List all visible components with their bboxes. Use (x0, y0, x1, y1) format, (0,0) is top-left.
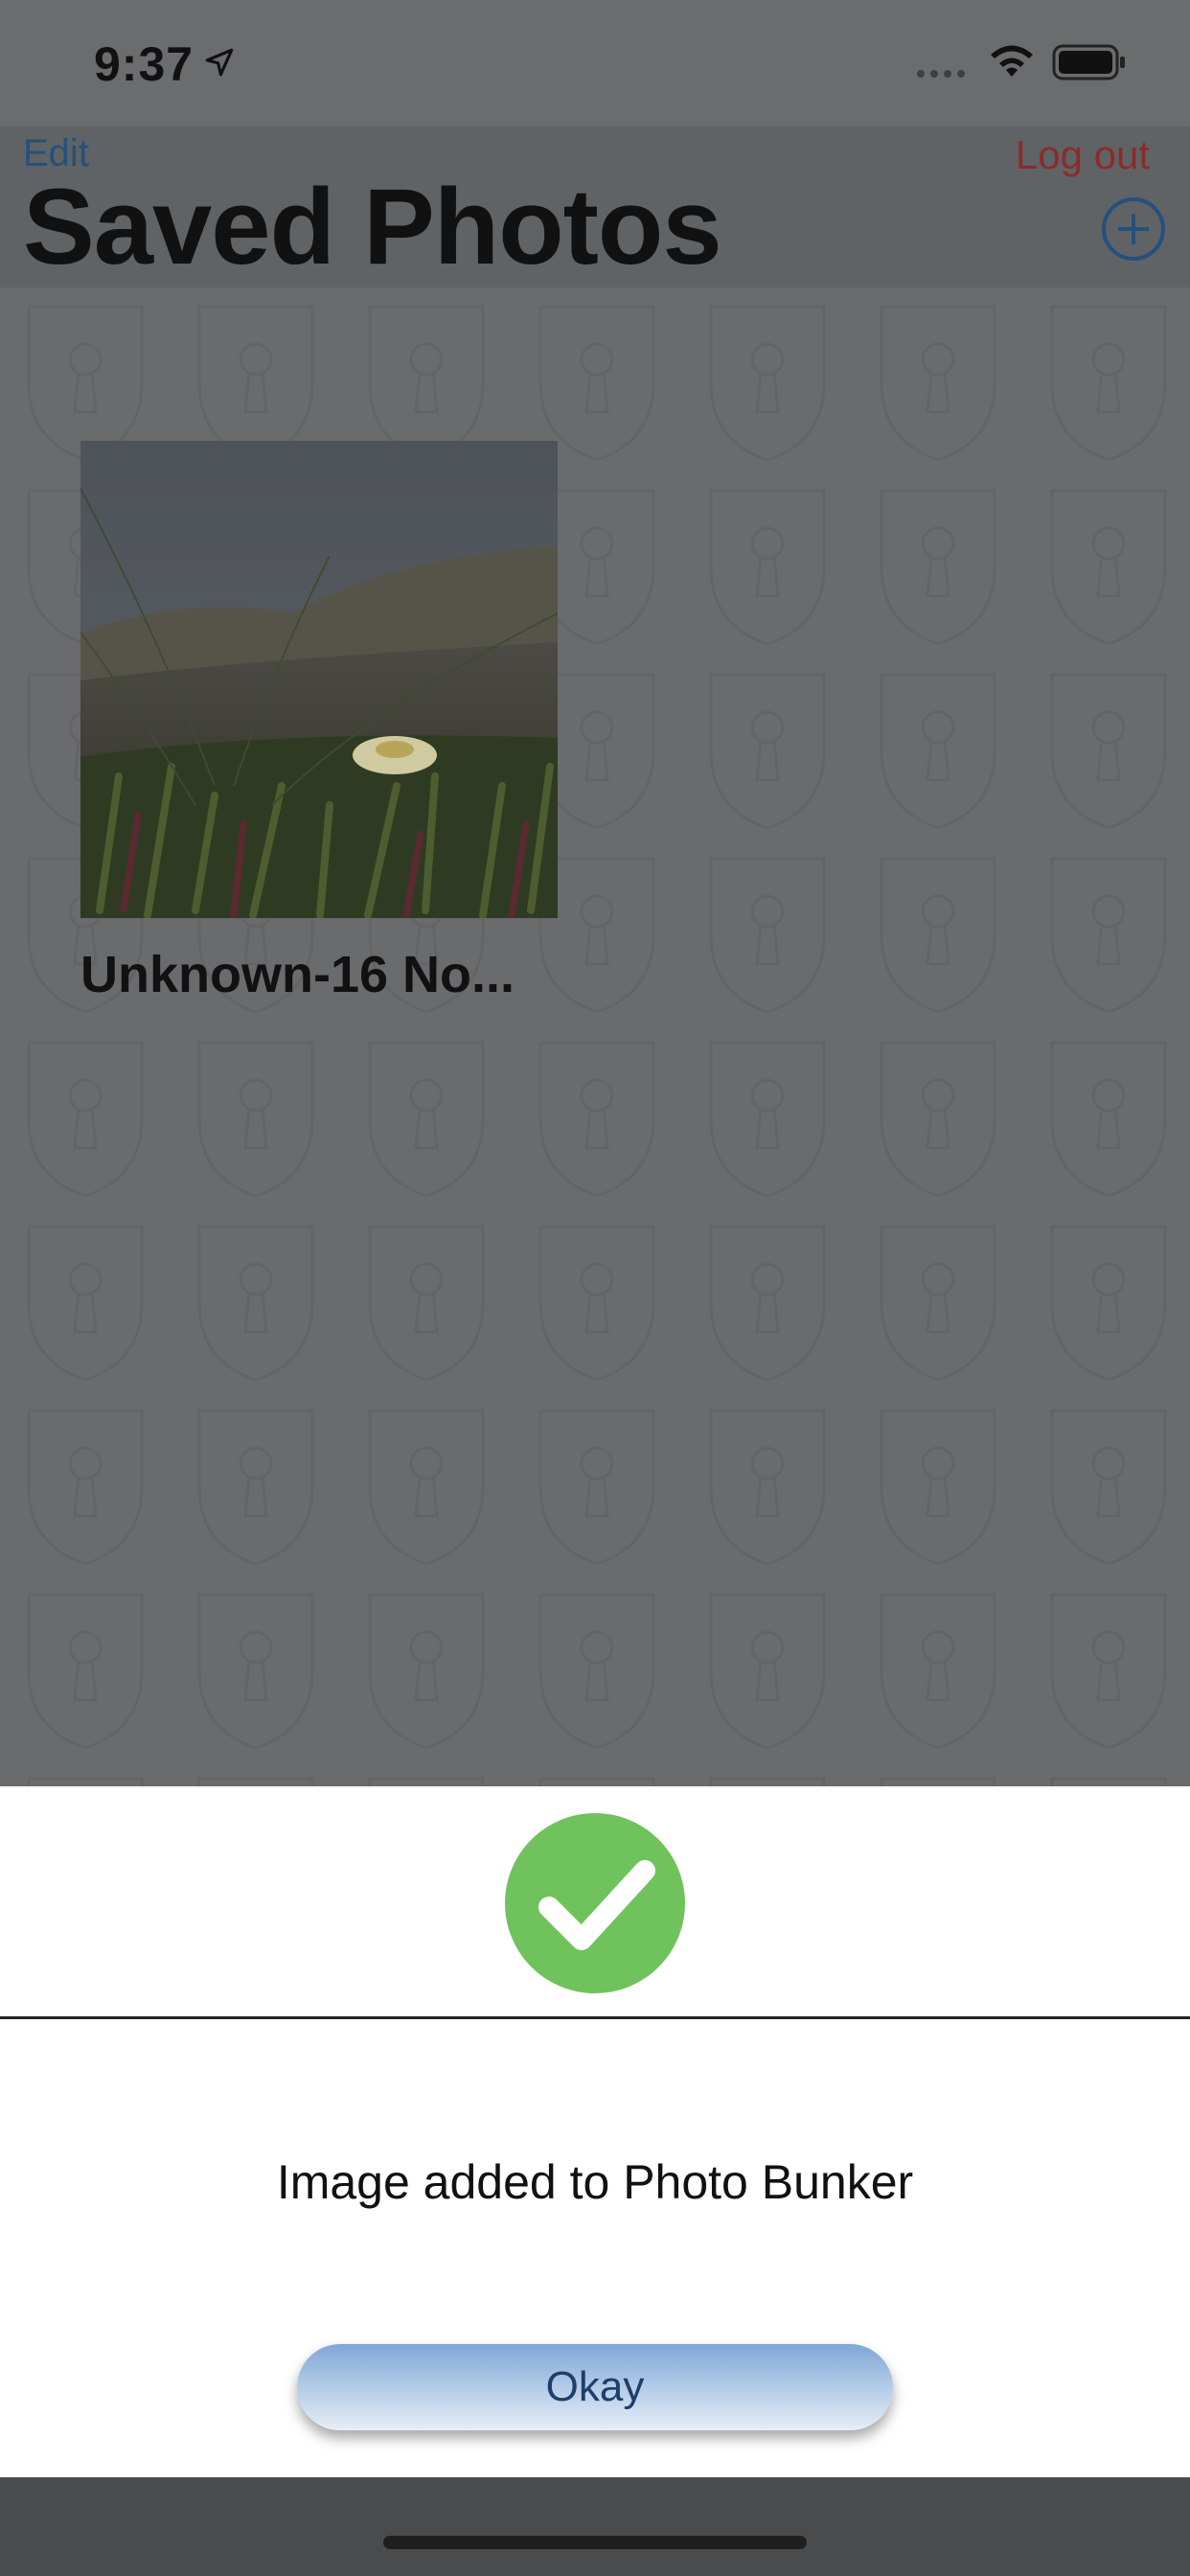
signal-icon (917, 70, 965, 78)
status-time: 9:37 (94, 37, 195, 91)
location-arrow-icon (205, 48, 234, 77)
page-title: Saved Photos (23, 167, 722, 287)
logout-button[interactable]: Log out (1016, 132, 1150, 178)
home-indicator-area (0, 2477, 1190, 2576)
wifi-icon (991, 45, 1033, 77)
app-screen: 9:37 Edit Log out Saved Photos Unknown-1… (0, 0, 1190, 2576)
okay-button[interactable]: Okay (297, 2344, 893, 2430)
photo-thumbnail[interactable] (80, 441, 558, 918)
home-indicator[interactable] (383, 2536, 807, 2549)
add-circle-icon[interactable] (1100, 196, 1167, 263)
photo-grid-item[interactable]: Unknown-16 No... (80, 441, 558, 1004)
alert-message: Image added to Photo Bunker (276, 2155, 914, 2209)
photo-caption: Unknown-16 No... (80, 946, 515, 1003)
battery-icon (1052, 44, 1125, 80)
checkmark-icon (505, 1813, 685, 1993)
status-bar: 9:37 (0, 0, 1190, 126)
